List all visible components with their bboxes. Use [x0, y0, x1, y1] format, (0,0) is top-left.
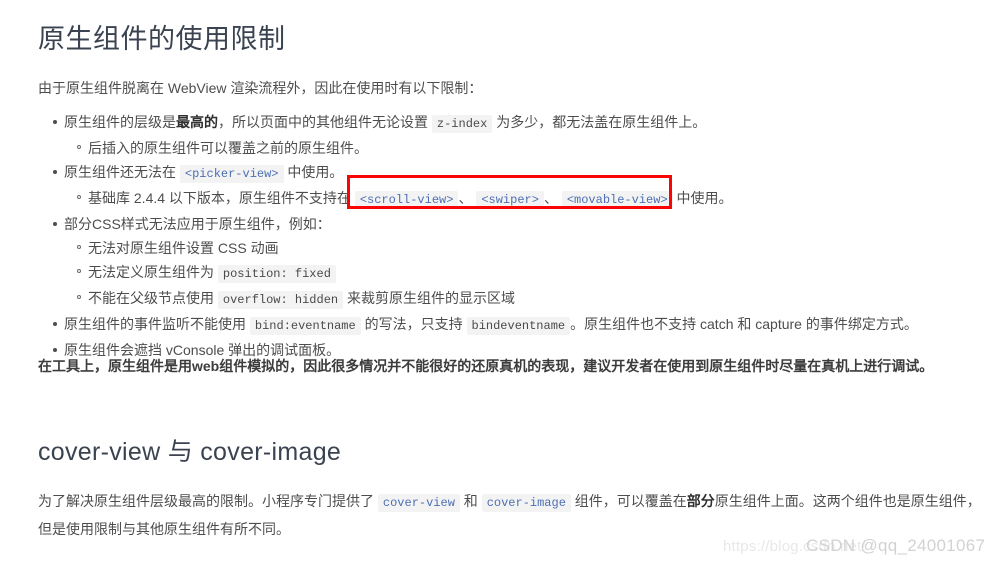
- limit-1-mid: ，所以页面中的其他组件无论设置: [218, 114, 428, 130]
- list-item: 原生组件的层级是最高的，所以页面中的其他组件无论设置 z-index 为多少，都…: [38, 110, 988, 160]
- limit-3-text: 部分CSS样式无法应用于原生组件，例如：: [64, 216, 331, 232]
- limit-4-post: 。原生组件也不支持 catch 和 capture 的事件绑定方式。: [570, 316, 918, 332]
- bullet-circle-icon: [77, 195, 81, 199]
- limit-2-pre: 原生组件还无法在: [64, 164, 176, 180]
- separator-2: 、: [543, 190, 558, 206]
- bullet-disc-icon: [53, 222, 57, 226]
- cover-section-paragraph: 为了解决原生组件层级最高的限制。小程序专门提供了 cover-view 和 co…: [38, 488, 988, 542]
- limit-1-sub-1: 后插入的原生组件可以覆盖之前的原生组件。: [88, 140, 368, 156]
- bullet-disc-icon: [53, 348, 57, 352]
- bullet-circle-icon: [77, 145, 81, 149]
- document-page: 原生组件的使用限制 由于原生组件脱离在 WebView 渲染流程外，因此在使用时…: [0, 0, 1003, 565]
- cover-para-5: 但是使用限制与其他原生组件有所不同。: [38, 521, 290, 537]
- limit-4-pre: 原生组件的事件监听不能使用: [64, 316, 246, 332]
- list-item: 无法定义原生组件为 position: fixed: [64, 260, 988, 286]
- bullet-disc-icon: [53, 170, 57, 174]
- limit-1-bold: 最高的: [176, 114, 218, 130]
- limit-3-sub-2-pre: 无法定义原生组件为: [88, 264, 214, 280]
- list-item: 不能在父级节点使用 overflow: hidden 来裁剪原生组件的显示区域: [64, 286, 988, 312]
- limit-3-sublist: 无法对原生组件设置 CSS 动画 无法定义原生组件为 position: fix…: [64, 236, 988, 312]
- code-chip-overflow-hidden: overflow: hidden: [217, 291, 344, 309]
- limit-3-sub-1: 无法对原生组件设置 CSS 动画: [88, 240, 279, 256]
- list-item: 后插入的原生组件可以覆盖之前的原生组件。: [64, 136, 988, 160]
- bullet-disc-icon: [53, 120, 57, 124]
- code-chip-movable-view: <movable-view>: [561, 191, 673, 209]
- list-item: 原生组件的事件监听不能使用 bind:eventname 的写法，只支持 bin…: [38, 312, 988, 338]
- code-chip-bind-eventname: bind:eventname: [249, 317, 361, 335]
- tool-note-paragraph: 在工具上，原生组件是用web组件模拟的，因此很多情况并不能很好的还原真机的表现，…: [38, 353, 983, 379]
- limit-3-sub-3-pre: 不能在父级节点使用: [88, 290, 214, 306]
- list-item: 基础库 2.4.4 以下版本，原生组件不支持在 <scroll-view>、 <…: [64, 186, 988, 212]
- limit-2-sublist: 基础库 2.4.4 以下版本，原生组件不支持在 <scroll-view>、 <…: [64, 186, 988, 212]
- tool-note-post: 组件模拟的，因此很多情况并不能很好的还原真机的表现，建议开发者在使用到原生组件时…: [219, 358, 934, 374]
- limit-4-mid: 的写法，只支持: [364, 316, 463, 332]
- cover-para-3: 组件，可以覆盖在: [574, 493, 687, 509]
- code-chip-cover-view: cover-view: [377, 494, 460, 512]
- bullet-disc-icon: [53, 322, 57, 326]
- section-title-cover-view: cover-view 与 cover-image: [38, 438, 342, 466]
- separator-1: 、: [458, 190, 473, 206]
- code-chip-picker-view: <picker-view>: [179, 165, 284, 183]
- list-item: 部分CSS样式无法应用于原生组件，例如： 无法对原生组件设置 CSS 动画 无法…: [38, 212, 988, 312]
- limit-1-pre: 原生组件的层级是: [64, 114, 176, 130]
- limit-1-post: 为多少，都无法盖在原生组件上。: [496, 114, 707, 130]
- limit-2-sub-post: 中使用。: [676, 190, 733, 206]
- limitations-list: 原生组件的层级是最高的，所以页面中的其他组件无论设置 z-index 为多少，都…: [38, 110, 988, 362]
- bullet-circle-icon: [77, 245, 81, 249]
- tool-note-pre: 在工具上，原生组件是用: [38, 358, 192, 374]
- watermark-csdn: CSDN @qq_24001067: [806, 536, 986, 555]
- code-chip-swiper: <swiper>: [476, 191, 544, 209]
- limit-2-sub-pre: 基础库 2.4.4 以下版本，原生组件不支持在: [88, 190, 351, 206]
- page-title: 原生组件的使用限制: [38, 24, 286, 54]
- limit-1-sublist: 后插入的原生组件可以覆盖之前的原生组件。: [64, 136, 988, 160]
- cover-para-bold: 部分: [686, 493, 715, 509]
- intro-paragraph: 由于原生组件脱离在 WebView 渲染流程外，因此在使用时有以下限制：: [38, 80, 483, 96]
- code-chip-scroll-view: <scroll-view>: [354, 191, 459, 209]
- limit-2-post: 中使用。: [287, 164, 344, 180]
- code-chip-zindex: z-index: [431, 115, 493, 133]
- code-chip-bindeventname: bindeventname: [466, 317, 571, 335]
- cover-para-1: 为了解决原生组件层级最高的限制。小程序专门提供了: [38, 493, 374, 509]
- bullet-circle-icon: [77, 269, 81, 273]
- cover-para-4: 原生组件上面。这两个组件也是原生组件，: [714, 493, 981, 509]
- code-chip-position-fixed: position: fixed: [217, 265, 336, 283]
- list-item: 原生组件还无法在 <picker-view> 中使用。 基础库 2.4.4 以下…: [38, 160, 988, 212]
- cover-para-2: 和: [463, 493, 478, 509]
- code-chip-cover-image: cover-image: [481, 494, 571, 512]
- bullet-circle-icon: [77, 295, 81, 299]
- limit-3-sub-3-post: 来裁剪原生组件的显示区域: [347, 290, 515, 306]
- tool-note-web: web: [192, 358, 220, 374]
- list-item: 无法对原生组件设置 CSS 动画: [64, 236, 988, 260]
